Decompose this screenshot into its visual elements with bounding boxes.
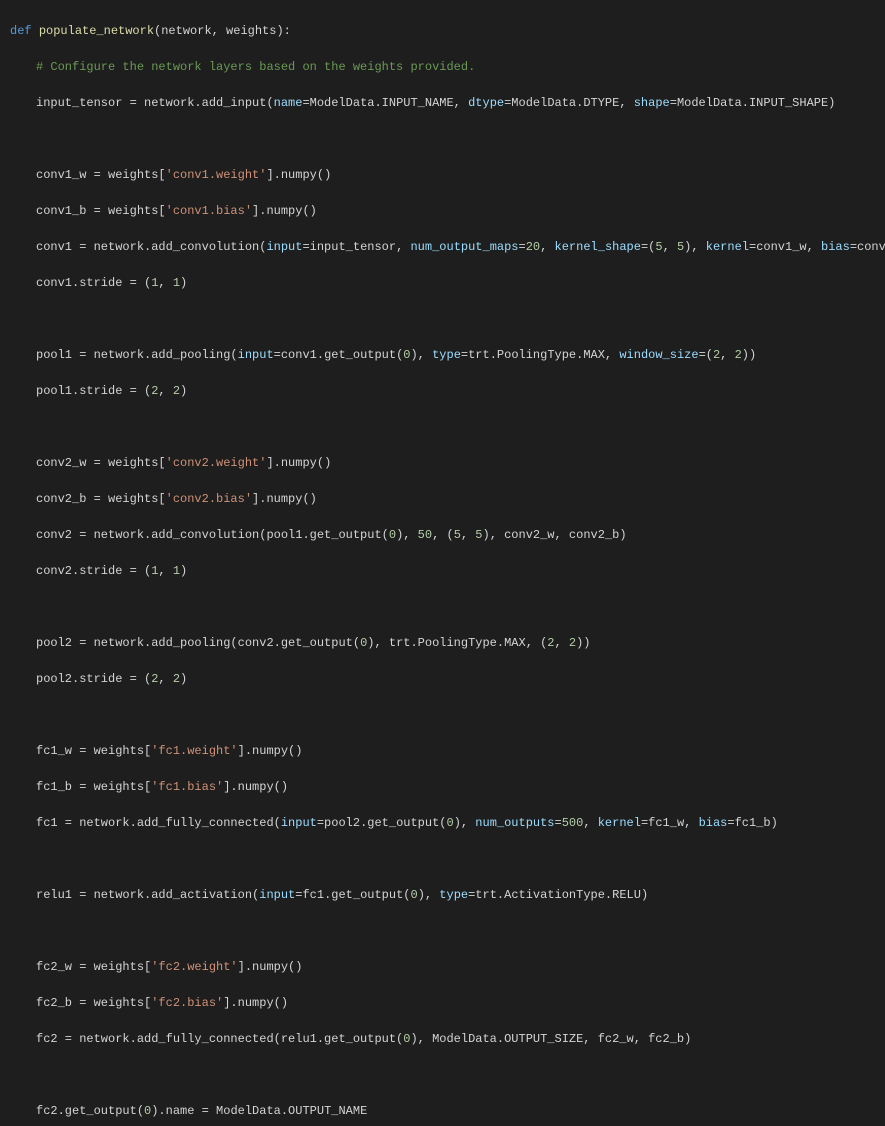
- code-line: pool1.stride = (2, 2): [36, 382, 885, 400]
- code-line: conv2 = network.add_convolution(pool1.ge…: [36, 526, 885, 544]
- code-line: fc1 = network.add_fully_connected(input=…: [36, 814, 885, 832]
- blank-line: [10, 922, 885, 940]
- code-line: conv2_w = weights['conv2.weight'].numpy(…: [36, 454, 885, 472]
- blank-line: [10, 418, 885, 436]
- blank-line: [10, 1066, 885, 1084]
- blank-line: [10, 706, 885, 724]
- blank-line: [10, 310, 885, 328]
- code-line: def populate_network(network, weights):: [10, 22, 885, 40]
- code-line: fc2_w = weights['fc2.weight'].numpy(): [36, 958, 885, 976]
- code-line: conv2_b = weights['conv2.bias'].numpy(): [36, 490, 885, 508]
- code-editor[interactable]: def populate_network(network, weights): …: [0, 4, 885, 1126]
- code-line: fc2.get_output(0).name = ModelData.OUTPU…: [36, 1102, 885, 1120]
- def-keyword: def: [10, 24, 32, 38]
- code-line: conv1_b = weights['conv1.bias'].numpy(): [36, 202, 885, 220]
- code-line: fc2 = network.add_fully_connected(relu1.…: [36, 1030, 885, 1048]
- code-line: pool2 = network.add_pooling(conv2.get_ou…: [36, 634, 885, 652]
- code-line: fc1_w = weights['fc1.weight'].numpy(): [36, 742, 885, 760]
- code-line: # Configure the network layers based on …: [36, 58, 885, 76]
- code-line: fc2_b = weights['fc2.bias'].numpy(): [36, 994, 885, 1012]
- blank-line: [10, 598, 885, 616]
- code-line: relu1 = network.add_activation(input=fc1…: [36, 886, 885, 904]
- function-name: populate_network: [39, 24, 154, 38]
- code-line: pool2.stride = (2, 2): [36, 670, 885, 688]
- blank-line: [10, 130, 885, 148]
- comment: # Configure the network layers based on …: [36, 60, 475, 74]
- code-line: conv1_w = weights['conv1.weight'].numpy(…: [36, 166, 885, 184]
- blank-line: [10, 850, 885, 868]
- code-line: conv1 = network.add_convolution(input=in…: [36, 238, 885, 256]
- code-line: fc1_b = weights['fc1.bias'].numpy(): [36, 778, 885, 796]
- code-line: conv1.stride = (1, 1): [36, 274, 885, 292]
- code-line: pool1 = network.add_pooling(input=conv1.…: [36, 346, 885, 364]
- code-line: input_tensor = network.add_input(name=Mo…: [36, 94, 885, 112]
- params: (network, weights):: [154, 24, 291, 38]
- code-line: conv2.stride = (1, 1): [36, 562, 885, 580]
